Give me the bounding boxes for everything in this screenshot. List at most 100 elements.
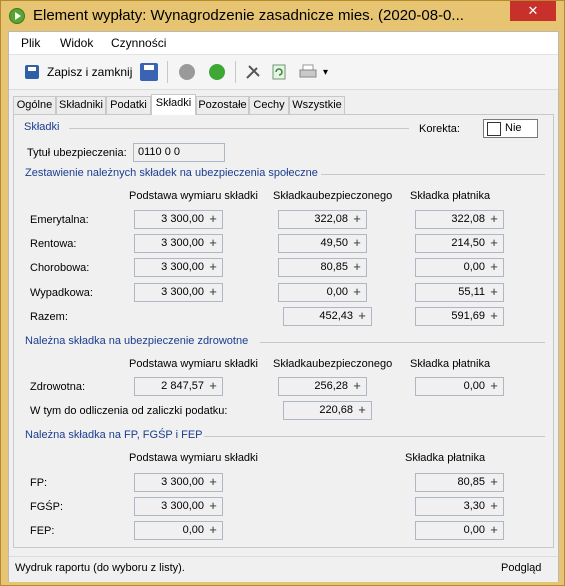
- rentowa-platnika-field[interactable]: 214,50 +: [415, 234, 504, 253]
- field-value: 3 300,00: [161, 500, 204, 512]
- field-value: 322,08: [314, 213, 348, 225]
- plus-icon[interactable]: +: [206, 522, 220, 539]
- plus-icon[interactable]: +: [487, 498, 501, 515]
- save-close-label: Zapisz i zamknij: [47, 65, 133, 79]
- menu-plik[interactable]: Plik: [21, 36, 40, 50]
- menu-widok[interactable]: Widok: [60, 36, 93, 50]
- plus-icon[interactable]: +: [487, 308, 501, 325]
- plus-icon[interactable]: +: [350, 259, 364, 276]
- plus-icon[interactable]: +: [487, 284, 501, 301]
- plus-icon[interactable]: +: [206, 211, 220, 228]
- field-value: 220,68: [319, 404, 353, 416]
- fgsp-podstawa-field[interactable]: 3 300,00 +: [134, 497, 223, 516]
- razem-ubezpieczonego-field[interactable]: 452,43 +: [283, 307, 372, 326]
- odliczenie-field[interactable]: 220,68 +: [283, 401, 372, 420]
- col-ubezpieczonego-header: Składkaubezpieczonego: [273, 358, 393, 370]
- close-button[interactable]: ✕: [510, 1, 556, 21]
- rentowa-label: Rentowa:: [30, 238, 77, 250]
- fp-section-header: Należna składka na FP, FGŚP i FEP: [25, 429, 203, 441]
- chorobowa-podstawa-field[interactable]: 3 300,00 +: [134, 258, 223, 277]
- chorobowa-platnika-field[interactable]: 0,00 +: [415, 258, 504, 277]
- emerytalna-ubezpieczonego-field[interactable]: 322,08 +: [278, 210, 367, 229]
- plus-icon[interactable]: +: [206, 235, 220, 252]
- razem-platnika-field[interactable]: 591,69 +: [415, 307, 504, 326]
- wypadkowa-label: Wypadkowa:: [30, 287, 93, 299]
- save-icon: [25, 65, 39, 79]
- zdrowotna-podstawa-field[interactable]: 2 847,57 +: [134, 377, 223, 396]
- col-platnika-header: Składka płatnika: [410, 190, 491, 202]
- podglad-button[interactable]: Podgląd: [501, 562, 541, 574]
- fp-platnika-field[interactable]: 80,85 +: [415, 473, 504, 492]
- tab-cechy[interactable]: Cechy: [249, 96, 289, 114]
- save-close-button[interactable]: Zapisz i zamknij: [25, 61, 132, 83]
- field-value: 0,00: [463, 261, 485, 273]
- field-value: 80,85: [457, 476, 485, 488]
- field-value: 55,11: [458, 286, 485, 298]
- wypadkowa-platnika-field[interactable]: 55,11 +: [415, 283, 504, 302]
- tools-icon: [246, 65, 260, 79]
- plus-icon[interactable]: +: [355, 308, 369, 325]
- tytul-ubezpieczenia-field[interactable]: 0110 0 0: [133, 143, 225, 162]
- previous-button[interactable]: [179, 61, 195, 83]
- status-text: Wydruk raportu (do wyboru z listy).: [15, 562, 185, 574]
- print-button[interactable]: [299, 61, 317, 83]
- rentowa-podstawa-field[interactable]: 3 300,00 +: [134, 234, 223, 253]
- plus-icon[interactable]: +: [206, 498, 220, 515]
- plus-icon[interactable]: +: [350, 235, 364, 252]
- plus-icon[interactable]: +: [487, 235, 501, 252]
- zdrowotna-ubezpieczonego-field[interactable]: 256,28 +: [278, 377, 367, 396]
- save-button[interactable]: [140, 61, 158, 83]
- next-button[interactable]: [209, 61, 225, 83]
- fgsp-platnika-field[interactable]: 3,30 +: [415, 497, 504, 516]
- col-podstawa-header: Podstawa wymiaru składki: [129, 452, 258, 464]
- col-ubezpieczonego-header: Składkaubezpieczonego: [273, 190, 393, 202]
- plus-icon[interactable]: +: [350, 211, 364, 228]
- plus-icon[interactable]: +: [487, 522, 501, 539]
- plus-icon[interactable]: +: [206, 474, 220, 491]
- zdrowotne-section-header: Należna składka na ubezpieczenie zdrowot…: [25, 335, 249, 347]
- tab-skladniki[interactable]: Składniki: [56, 96, 106, 114]
- section-divider: [260, 342, 545, 343]
- plus-icon[interactable]: +: [487, 474, 501, 491]
- rentowa-ubezpieczonego-field[interactable]: 49,50 +: [278, 234, 367, 253]
- fp-podstawa-field[interactable]: 3 300,00 +: [134, 473, 223, 492]
- tab-pozostale[interactable]: Pozostałe: [196, 96, 249, 114]
- plus-icon[interactable]: +: [487, 211, 501, 228]
- plus-icon[interactable]: +: [350, 378, 364, 395]
- tab-podatki[interactable]: Podatki: [106, 96, 151, 114]
- emerytalna-podstawa-field[interactable]: 3 300,00 +: [134, 210, 223, 229]
- plus-icon[interactable]: +: [355, 402, 369, 419]
- field-value: 0,00: [182, 524, 204, 536]
- plus-icon[interactable]: +: [487, 259, 501, 276]
- wypadkowa-ubezpieczonego-field[interactable]: 0,00 +: [278, 283, 367, 302]
- field-value: 3 300,00: [161, 213, 204, 225]
- refresh-button[interactable]: [271, 61, 287, 83]
- col-podstawa-header: Podstawa wymiaru składki: [129, 358, 258, 370]
- plus-icon[interactable]: +: [487, 378, 501, 395]
- fep-platnika-field[interactable]: 0,00 +: [415, 521, 504, 540]
- korekta-checkbox[interactable]: Nie: [483, 119, 538, 138]
- tab-wszystkie[interactable]: Wszystkie: [289, 96, 345, 114]
- plus-icon[interactable]: +: [206, 378, 220, 395]
- checkbox-icon: [487, 122, 501, 136]
- plus-icon[interactable]: +: [350, 284, 364, 301]
- window-content: Plik Widok Czynności Zapisz i zamknij ▾ …: [8, 31, 559, 582]
- emerytalna-label: Emerytalna:: [30, 214, 89, 226]
- menu-czynnosci[interactable]: Czynności: [111, 36, 166, 50]
- plus-icon[interactable]: +: [206, 284, 220, 301]
- tab-skladki[interactable]: Składki: [151, 94, 196, 115]
- print-dropdown-button[interactable]: ▾: [323, 61, 328, 83]
- fep-podstawa-field[interactable]: 0,00 +: [134, 521, 223, 540]
- zdrowotna-label: Zdrowotna:: [30, 381, 86, 393]
- plus-icon[interactable]: +: [206, 259, 220, 276]
- emerytalna-platnika-field[interactable]: 322,08 +: [415, 210, 504, 229]
- zdrowotna-platnika-field[interactable]: 0,00 +: [415, 377, 504, 396]
- chorobowa-ubezpieczonego-field[interactable]: 80,85 +: [278, 258, 367, 277]
- wypadkowa-podstawa-field[interactable]: 3 300,00 +: [134, 283, 223, 302]
- toolbar: Zapisz i zamknij ▾: [9, 55, 558, 90]
- printer-icon: [299, 64, 317, 78]
- tools-button[interactable]: [245, 61, 261, 83]
- tab-ogolne[interactable]: Ogólne: [13, 96, 56, 114]
- arrow-right-icon: [209, 64, 225, 80]
- section-divider: [69, 128, 409, 129]
